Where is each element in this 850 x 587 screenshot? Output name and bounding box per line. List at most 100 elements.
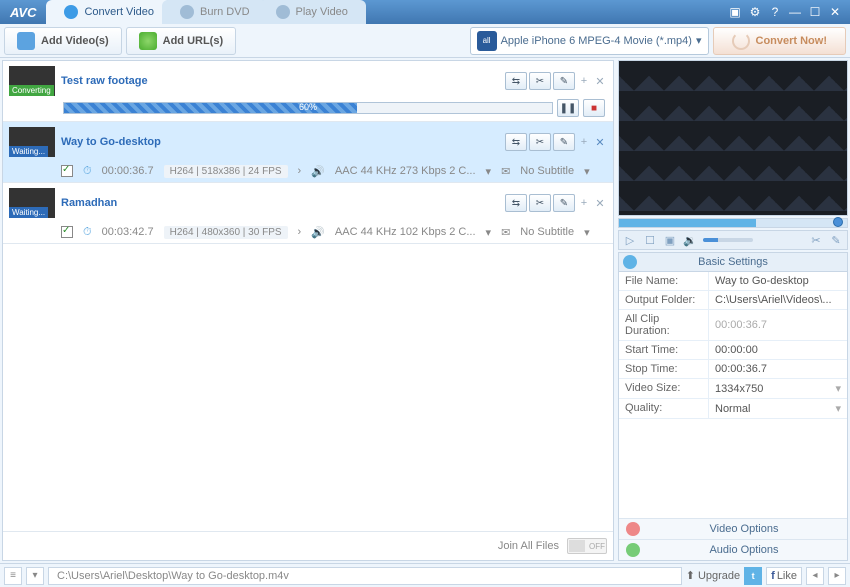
gear-icon[interactable]: ⚙ [748,5,762,19]
facebook-like-button[interactable]: fLike [766,567,802,585]
app-logo: AVC [0,5,46,20]
quality-dropdown[interactable]: Normal ▾ [709,399,847,418]
field-label: Video Size: [619,379,709,398]
tab-label: Play Video [296,6,348,18]
toggle-state: OFF [589,542,605,551]
preview-controls: ▷ ☐ ▣ 🔉 ✂ ✎ [618,230,848,250]
video-size-dropdown[interactable]: 1334x750▾ [709,379,847,398]
settings-icon[interactable]: ▣ [728,5,742,19]
twitter-button[interactable]: t [744,567,762,585]
file-name-field[interactable]: Way to Go-desktop [709,272,847,290]
crop-icon[interactable]: ✂ [809,233,823,247]
output-path[interactable]: C:\Users\Ariel\Desktop\Way to Go-desktop… [48,567,682,585]
field-value: Way to Go-desktop [715,275,809,287]
volume-slider[interactable] [703,238,753,242]
option-label: Video Options [644,523,844,535]
convert-now-button[interactable]: Convert Now! [713,27,847,55]
start-time-field[interactable]: 00:00:00 [709,341,847,359]
add-icon[interactable]: + [577,196,591,210]
seek-knob[interactable] [833,217,843,227]
swap-icon[interactable]: ⇆ [505,133,527,151]
seek-bar[interactable] [618,218,848,228]
swap-icon[interactable]: ⇆ [505,194,527,212]
play-button[interactable]: ▷ [623,233,637,247]
prev-button[interactable]: ◂ [806,567,824,585]
field-value: Normal [715,403,750,415]
profile-icon: all [477,31,497,51]
progress-bar: 60% [63,102,553,114]
video-info-pill: H264 | 480x360 | 30 FPS [164,226,288,239]
video-options-button[interactable]: Video Options [619,518,847,539]
remove-icon[interactable]: ✕ [593,135,607,149]
field-label: Quality: [619,399,709,418]
minimize-icon[interactable]: — [788,5,802,19]
subtitle-info[interactable]: No Subtitle [520,226,574,238]
edit-icon[interactable]: ✎ [553,72,575,90]
edit-icon[interactable]: ✎ [553,194,575,212]
help-icon[interactable]: ? [768,5,782,19]
tab-burn-dvd[interactable]: Burn DVD [162,0,268,24]
subtitle-info[interactable]: No Subtitle [520,165,574,177]
field-value: C:\Users\Ariel\Videos\... [715,294,832,306]
snapshot-button[interactable]: ▣ [663,233,677,247]
cut-icon[interactable]: ✂ [529,133,551,151]
add-icon[interactable]: + [577,135,591,149]
tab-convert-video[interactable]: Convert Video [46,0,172,24]
checkbox[interactable] [61,165,73,177]
tab-play-video[interactable]: Play Video [258,0,366,24]
swap-icon[interactable]: ⇆ [505,72,527,90]
header-label: Basic Settings [698,256,768,268]
duration-label: 00:00:36.7 [102,165,154,177]
chevron-down-icon: ▾ [835,402,841,415]
checkbox[interactable] [61,226,73,238]
thumbnail: Converting [9,66,55,96]
cut-icon[interactable]: ✂ [529,72,551,90]
join-toggle[interactable]: OFF [567,538,607,554]
menu-button[interactable]: ▾ [26,567,44,585]
close-icon[interactable]: ✕ [828,5,842,19]
chevron-down-icon: ▾ [835,382,841,395]
stop-button[interactable]: ■ [583,99,605,117]
audio-info[interactable]: AAC 44 KHz 273 Kbps 2 C... [335,165,476,177]
remove-icon[interactable]: ✕ [593,196,607,210]
refresh-icon [732,32,750,50]
video-preview[interactable] [618,60,848,216]
right-panel: ▷ ☐ ▣ 🔉 ✂ ✎ Basic Settings File Name:Way… [618,60,848,561]
cut-icon[interactable]: ✂ [529,194,551,212]
next-button[interactable]: ▸ [828,567,846,585]
list-item[interactable]: Waiting... Ramadhan ⇆ ✂ ✎ + ✕ ⏱00:03:42.… [3,183,613,244]
duration-label: 00:03:42.7 [102,226,154,238]
list-item[interactable]: Waiting... Way to Go-desktop ⇆ ✂ ✎ + ✕ ⏱… [3,122,613,183]
item-title: Way to Go-desktop [61,136,499,148]
remove-icon[interactable]: ✕ [593,74,607,88]
list-item[interactable]: Converting Test raw footage ⇆ ✂ ✎ + ✕ 60… [3,61,613,122]
button-label: Add Video(s) [41,35,109,47]
pause-button[interactable]: ❚❚ [557,99,579,117]
convert-icon [64,5,78,19]
upgrade-icon: ⬆ [686,569,695,582]
output-folder-field[interactable]: C:\Users\Ariel\Videos\... [709,291,847,309]
tab-label: Burn DVD [200,6,250,18]
play-icon [276,5,290,19]
effects-icon[interactable]: ✎ [829,233,843,247]
maximize-icon[interactable]: ☐ [808,5,822,19]
audio-info[interactable]: AAC 44 KHz 102 Kbps 2 C... [335,226,476,238]
add-icon[interactable]: + [577,74,591,88]
thumbnail: Waiting... [9,127,55,157]
output-profile-dropdown[interactable]: all Apple iPhone 6 MPEG-4 Movie (*.mp4) … [470,27,709,55]
add-videos-button[interactable]: Add Video(s) [4,27,122,55]
thumbnail: Waiting... [9,188,55,218]
stop-time-field[interactable]: 00:00:36.7 [709,360,847,378]
list-view-button[interactable]: ≡ [4,567,22,585]
main-area: Converting Test raw footage ⇆ ✂ ✎ + ✕ 60… [0,58,850,563]
field-label: Output Folder: [619,291,709,309]
volume-icon[interactable]: 🔉 [683,233,697,247]
upgrade-label: Upgrade [698,570,740,582]
upgrade-button[interactable]: ⬆Upgrade [686,569,740,582]
stop-button[interactable]: ☐ [643,233,657,247]
edit-icon[interactable]: ✎ [553,133,575,151]
basic-settings-panel: Basic Settings File Name:Way to Go-deskt… [618,252,848,561]
audio-options-button[interactable]: Audio Options [619,539,847,560]
video-icon [626,522,640,536]
add-urls-button[interactable]: Add URL(s) [126,27,237,55]
